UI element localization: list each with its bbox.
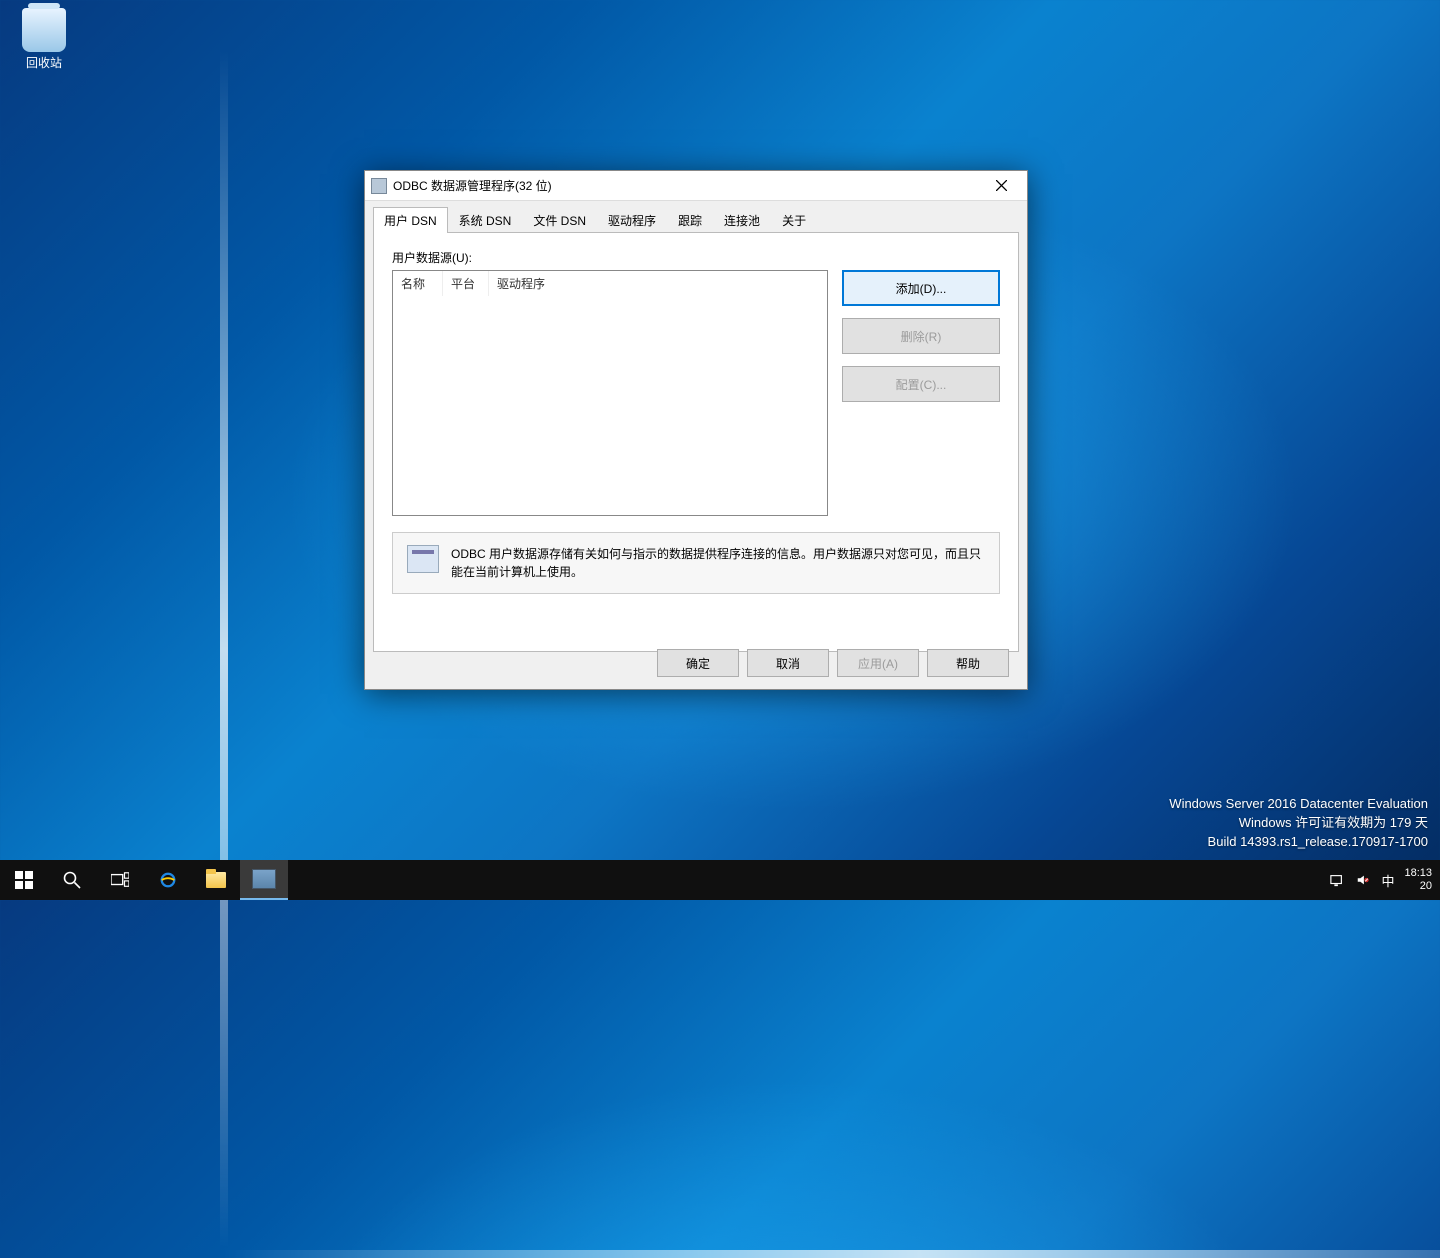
tab-file-dsn[interactable]: 文件 DSN — [522, 207, 597, 233]
tab-tracing[interactable]: 跟踪 — [667, 207, 713, 233]
user-dsn-listbox[interactable]: 名称 平台 驱动程序 — [392, 270, 828, 516]
dialog-title: ODBC 数据源管理程序(32 位) — [393, 177, 981, 194]
search-icon — [63, 871, 81, 889]
task-view-icon — [111, 871, 129, 889]
taskbar-odbc-button[interactable] — [240, 860, 288, 900]
taskbar-explorer-button[interactable] — [192, 860, 240, 900]
tray-volume-icon[interactable] — [1355, 872, 1371, 888]
tray-clock[interactable]: 18:13 20 — [1404, 867, 1432, 892]
info-box: ODBC 用户数据源存储有关如何与指示的数据提供程序连接的信息。用户数据源只对您… — [392, 532, 1000, 594]
apply-button: 应用(A) — [837, 649, 919, 677]
datasource-list-label: 用户数据源(U): — [392, 249, 1000, 266]
odbc-taskbar-icon — [252, 869, 276, 889]
configure-button: 配置(C)... — [842, 366, 1000, 402]
taskbar-ie-button[interactable] — [144, 860, 192, 900]
col-header-name[interactable]: 名称 — [393, 271, 443, 296]
tab-system-dsn[interactable]: 系统 DSN — [448, 207, 523, 233]
help-button[interactable]: 帮助 — [927, 649, 1009, 677]
os-watermark: Windows Server 2016 Datacenter Evaluatio… — [1169, 795, 1428, 852]
tab-drivers[interactable]: 驱动程序 — [597, 207, 667, 233]
tab-user-dsn[interactable]: 用户 DSN — [373, 207, 448, 233]
col-header-driver[interactable]: 驱动程序 — [489, 271, 827, 296]
add-button[interactable]: 添加(D)... — [842, 270, 1000, 306]
ie-icon — [159, 871, 177, 889]
dialog-footer-buttons: 确定 取消 应用(A) 帮助 — [657, 649, 1009, 677]
folder-icon — [206, 872, 226, 888]
desktop-icon-recycle-bin[interactable]: 回收站 — [14, 8, 74, 71]
odbc-app-icon — [371, 178, 387, 194]
list-header-row: 名称 平台 驱动程序 — [393, 271, 827, 296]
task-view-button[interactable] — [96, 860, 144, 900]
database-icon — [407, 545, 439, 573]
ok-button[interactable]: 确定 — [657, 649, 739, 677]
dialog-titlebar[interactable]: ODBC 数据源管理程序(32 位) — [365, 171, 1027, 201]
tray-network-icon[interactable] — [1329, 872, 1345, 888]
tray-ime-indicator[interactable]: 中 — [1381, 871, 1394, 890]
windows-logo-icon — [15, 871, 33, 889]
taskbar: 中 18:13 20 — [0, 860, 1440, 900]
remove-button: 删除(R) — [842, 318, 1000, 354]
close-icon — [996, 180, 1007, 191]
col-header-platform[interactable]: 平台 — [443, 271, 489, 296]
close-button[interactable] — [981, 172, 1021, 200]
recycle-bin-label: 回收站 — [14, 54, 74, 71]
search-button[interactable] — [48, 860, 96, 900]
tab-strip: 用户 DSN 系统 DSN 文件 DSN 驱动程序 跟踪 连接池 关于 — [365, 201, 1027, 233]
tab-pooling[interactable]: 连接池 — [713, 207, 771, 233]
tab-about[interactable]: 关于 — [771, 207, 817, 233]
odbc-admin-dialog: ODBC 数据源管理程序(32 位) 用户 DSN 系统 DSN 文件 DSN … — [364, 170, 1028, 690]
start-button[interactable] — [0, 860, 48, 900]
cancel-button[interactable]: 取消 — [747, 649, 829, 677]
info-text: ODBC 用户数据源存储有关如何与指示的数据提供程序连接的信息。用户数据源只对您… — [451, 545, 985, 581]
recycle-bin-icon — [22, 8, 66, 52]
system-tray: 中 18:13 20 — [1329, 860, 1440, 900]
tab-panel-user-dsn: 用户数据源(U): 名称 平台 驱动程序 添加(D)... 删除(R) 配置(C… — [373, 232, 1019, 652]
